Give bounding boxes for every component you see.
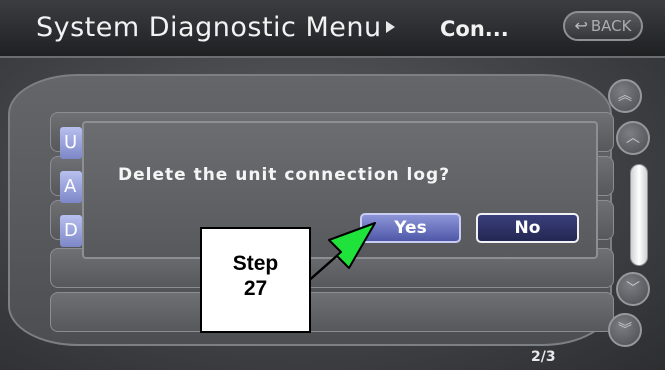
title-arrow-icon (386, 21, 395, 33)
double-chevron-up-icon[interactable]: ︽ (608, 79, 642, 113)
step-callout: Step 27 (200, 227, 311, 333)
list-item[interactable]: D (60, 215, 82, 247)
page-title: System Diagnostic Menu (36, 12, 382, 43)
dialog-message: Delete the unit connection log? (118, 165, 451, 185)
screen: System Diagnostic Menu Con... ↩ BACK U A … (0, 0, 665, 370)
chevron-up-icon[interactable]: ︿ (616, 121, 650, 155)
scrollbar[interactable] (630, 164, 648, 266)
submenu-title: Con... (440, 17, 509, 41)
list-row (50, 292, 614, 332)
header-bar: System Diagnostic Menu Con... ↩ BACK (0, 0, 665, 58)
step-label: Step (232, 252, 279, 275)
step-number: 27 (243, 277, 268, 300)
double-chevron-down-icon[interactable]: ︾ (608, 313, 642, 347)
step-text: Step 27 (202, 251, 309, 301)
chevron-down-icon[interactable]: ﹀ (616, 272, 650, 306)
return-arrow-icon: ↩ (574, 16, 588, 35)
page-indicator: 2/3 (531, 349, 556, 365)
back-button[interactable]: ↩ BACK (563, 11, 643, 41)
list-item[interactable]: U (60, 127, 82, 159)
list-item[interactable]: A (60, 171, 82, 203)
back-label: BACK (590, 17, 632, 35)
no-button[interactable]: No (476, 213, 579, 243)
